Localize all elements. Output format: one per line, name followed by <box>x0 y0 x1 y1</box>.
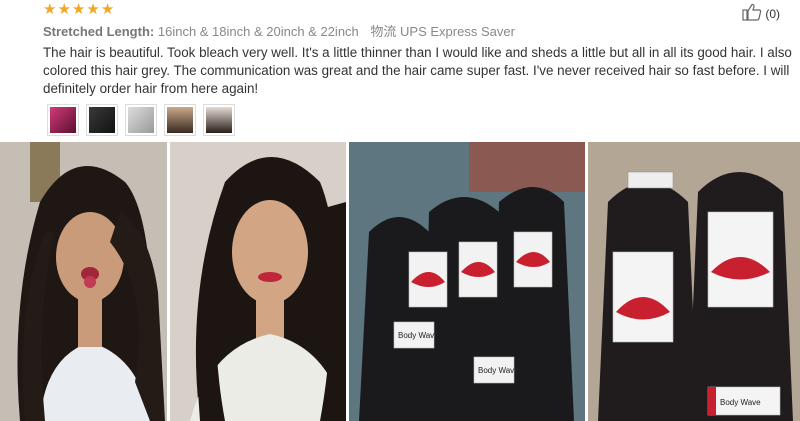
star-icon: ★ <box>57 0 71 18</box>
rating-stars: ★ ★ ★ ★ ★ <box>43 1 114 17</box>
thumbnail-4[interactable] <box>164 104 196 136</box>
body-wave-tag-1: Body Wave <box>398 331 439 340</box>
review-photo-3[interactable]: Body Wave Body Wave <box>349 142 585 421</box>
thumbnail-3[interactable] <box>125 104 157 136</box>
thumbnail-2[interactable] <box>86 104 118 136</box>
review-text: The hair is beautiful. Took bleach very … <box>43 45 792 96</box>
star-icon: ★ <box>86 0 100 18</box>
thumbs-up-icon <box>742 3 762 24</box>
thumbnail-strip <box>47 104 235 136</box>
review-photo-2[interactable] <box>170 142 346 421</box>
review-photo-4[interactable]: Body Wave <box>588 142 800 421</box>
stretched-length-label: Stretched Length: <box>43 24 155 39</box>
stretched-length-value: 16inch & 18inch & 20inch & 22inch <box>157 24 359 39</box>
helpful-button[interactable]: (0) <box>742 3 780 24</box>
thumbnail-1[interactable] <box>47 104 79 136</box>
review-photo-1[interactable] <box>0 142 167 421</box>
thumbnail-5[interactable] <box>203 104 235 136</box>
shipping-value: UPS Express Saver <box>400 24 515 39</box>
review-meta: Stretched Length: 16inch & 18inch & 20in… <box>43 21 515 40</box>
shipping-label: 物流 <box>370 24 397 39</box>
body-wave-tag-2: Body Wave <box>478 366 519 375</box>
body-wave-tag-3: Body Wave <box>720 398 761 407</box>
star-icon: ★ <box>43 0 57 18</box>
star-icon: ★ <box>100 0 115 18</box>
star-icon: ★ <box>71 0 86 18</box>
helpful-count: (0) <box>765 6 780 21</box>
review-photos: Body Wave Body Wave Body Wave <box>0 142 800 421</box>
